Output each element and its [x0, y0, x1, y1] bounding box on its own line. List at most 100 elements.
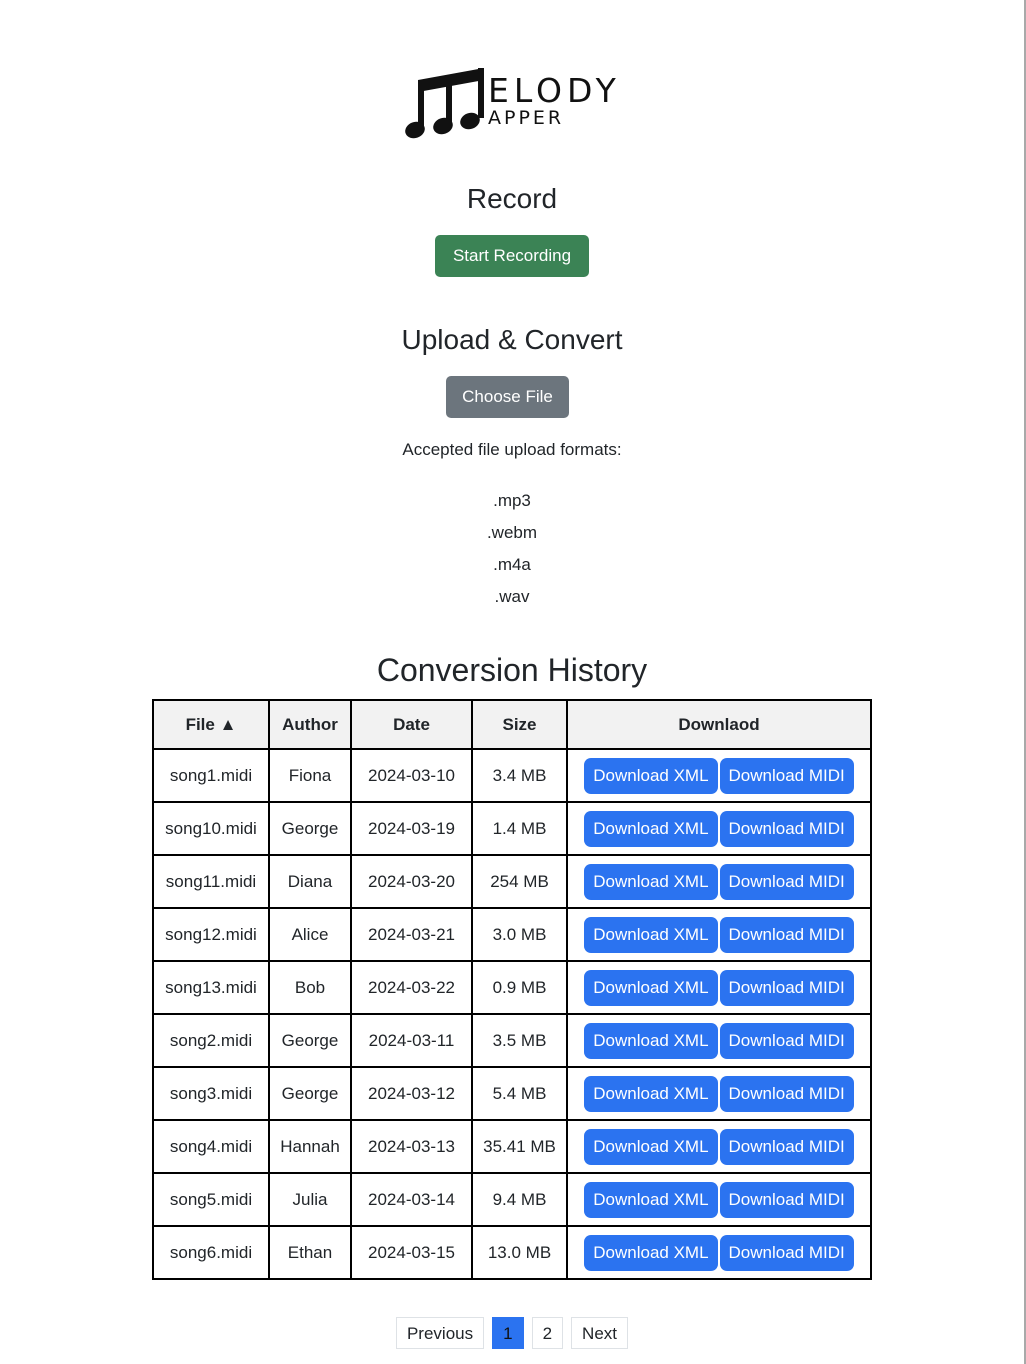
table-row: song12.midi Alice 2024-03-21 3.0 MB Download… — [152, 907, 872, 962]
pagination: Previous 1 2 Next — [0, 1317, 1024, 1349]
download-midi-button[interactable]: Download MIDI — [719, 863, 854, 900]
cell-file: song10.midi — [152, 801, 270, 856]
accepted-formats-label: Accepted file upload formats: — [402, 440, 622, 459]
format-item: .wav — [494, 587, 530, 606]
download-midi-button[interactable]: Download MIDI — [719, 969, 854, 1006]
next-page-button[interactable]: Next — [571, 1317, 629, 1349]
table-row: song13.midi Bob 2024-03-22 0.9 MB Download X… — [152, 960, 872, 1015]
cell-author: Julia — [268, 1172, 352, 1227]
format-item: .mp3 — [493, 491, 531, 510]
melody-mapper-logo: ELODY APPER — [404, 66, 620, 146]
page-2-button[interactable]: 2 — [531, 1317, 564, 1349]
table-row: song2.midi George 2024-03-11 3.5 MB Download… — [152, 1013, 872, 1068]
table-row: song10.midi George 2024-03-19 1.4 MB Downloa… — [152, 801, 872, 856]
cell-size: 254 MB — [471, 854, 568, 909]
download-midi-button[interactable]: Download MIDI — [719, 1022, 854, 1059]
conversion-history-heading: Conversion History — [376, 652, 648, 688]
cell-date: 2024-03-13 — [350, 1119, 473, 1174]
cell-author: Bob — [268, 960, 352, 1015]
choose-file-button[interactable]: Choose File — [446, 376, 569, 418]
cell-download: Download XML Download MIDI — [566, 907, 872, 962]
cell-file: song6.midi — [152, 1225, 270, 1280]
cell-download: Download XML Download MIDI — [566, 1119, 872, 1174]
logo-word-apper: APPER — [488, 107, 565, 129]
cell-file: song13.midi — [152, 960, 270, 1015]
cell-download: Download XML Download MIDI — [566, 801, 872, 856]
column-header-size[interactable]: Size — [471, 699, 568, 750]
cell-size: 5.4 MB — [471, 1066, 568, 1121]
download-midi-button[interactable]: Download MIDI — [719, 1181, 854, 1218]
download-xml-button[interactable]: Download XML — [584, 1075, 718, 1112]
download-midi-button[interactable]: Download MIDI — [719, 757, 854, 794]
page-1-button[interactable]: 1 — [492, 1317, 524, 1349]
cell-size: 3.0 MB — [471, 907, 568, 962]
cell-size: 1.4 MB — [471, 801, 568, 856]
download-xml-button[interactable]: Download XML — [584, 810, 718, 847]
column-header-date[interactable]: Date — [350, 699, 473, 750]
cell-size: 3.5 MB — [471, 1013, 568, 1068]
cell-file: song2.midi — [152, 1013, 270, 1068]
cell-date: 2024-03-15 — [350, 1225, 473, 1280]
download-xml-button[interactable]: Download XML — [584, 916, 718, 953]
column-header-author[interactable]: Author — [268, 699, 352, 750]
conversion-history-rows: song1.midi Fiona 2024-03-10 3.4 MB Download … — [152, 748, 872, 1280]
download-xml-button[interactable]: Download XML — [584, 1022, 718, 1059]
download-xml-button[interactable]: Download XML — [584, 1234, 718, 1271]
download-xml-button[interactable]: Download XML — [584, 863, 718, 900]
cell-author: George — [268, 1013, 352, 1068]
cell-file: song4.midi — [152, 1119, 270, 1174]
cell-file: song12.midi — [152, 907, 270, 962]
conversion-history-table: File ▲ Author Date Size Downlaod song1.m… — [152, 699, 872, 1280]
column-header-file[interactable]: File ▲ — [152, 699, 270, 750]
table-row: song6.midi Ethan 2024-03-15 13.0 MB Download… — [152, 1225, 872, 1280]
cell-download: Download XML Download MIDI — [566, 1225, 872, 1280]
cell-file: song3.midi — [152, 1066, 270, 1121]
cell-author: George — [268, 801, 352, 856]
download-midi-button[interactable]: Download MIDI — [719, 916, 854, 953]
table-header-row: File ▲ Author Date Size Downlaod — [152, 699, 872, 750]
cell-size: 13.0 MB — [471, 1225, 568, 1280]
cell-date: 2024-03-11 — [350, 1013, 473, 1068]
cell-date: 2024-03-20 — [350, 854, 473, 909]
column-label-file: File — [185, 714, 215, 734]
cell-date: 2024-03-21 — [350, 907, 473, 962]
download-midi-button[interactable]: Download MIDI — [719, 810, 854, 847]
cell-date: 2024-03-14 — [350, 1172, 473, 1227]
download-midi-button[interactable]: Download MIDI — [719, 1128, 854, 1165]
download-xml-button[interactable]: Download XML — [584, 1128, 718, 1165]
cell-file: song5.midi — [152, 1172, 270, 1227]
accepted-formats-list: .mp3 .webm .m4a .wav — [0, 488, 1024, 616]
cell-author: Alice — [268, 907, 352, 962]
sort-ascending-icon: ▲ — [219, 714, 237, 734]
music-notes-icon — [405, 68, 484, 139]
cell-author: George — [268, 1066, 352, 1121]
previous-page-button[interactable]: Previous — [395, 1317, 485, 1349]
download-midi-button[interactable]: Download MIDI — [719, 1075, 854, 1112]
format-item: .webm — [486, 523, 538, 542]
cell-file: song1.midi — [152, 748, 270, 803]
upload-heading: Upload & Convert — [401, 324, 623, 355]
cell-size: 0.9 MB — [471, 960, 568, 1015]
table-row: song1.midi Fiona 2024-03-10 3.4 MB Download … — [152, 748, 872, 803]
cell-size: 3.4 MB — [471, 748, 568, 803]
cell-download: Download XML Download MIDI — [566, 1013, 872, 1068]
download-xml-button[interactable]: Download XML — [584, 757, 718, 794]
download-xml-button[interactable]: Download XML — [584, 1181, 718, 1218]
format-item: .m4a — [493, 555, 531, 574]
download-xml-button[interactable]: Download XML — [584, 969, 718, 1006]
download-midi-button[interactable]: Download MIDI — [719, 1234, 854, 1271]
cell-date: 2024-03-10 — [350, 748, 473, 803]
cell-download: Download XML Download MIDI — [566, 960, 872, 1015]
cell-download: Download XML Download MIDI — [566, 854, 872, 909]
table-row: song3.midi George 2024-03-12 5.4 MB Download… — [152, 1066, 872, 1121]
logo-word-elody: ELODY — [488, 71, 621, 110]
cell-author: Hannah — [268, 1119, 352, 1174]
start-recording-button[interactable]: Start Recording — [435, 235, 589, 277]
cell-author: Ethan — [268, 1225, 352, 1280]
cell-file: song11.midi — [152, 854, 270, 909]
cell-download: Download XML Download MIDI — [566, 1172, 872, 1227]
cell-size: 9.4 MB — [471, 1172, 568, 1227]
cell-download: Download XML Download MIDI — [566, 1066, 872, 1121]
cell-author: Fiona — [268, 748, 352, 803]
table-row: song11.midi Diana 2024-03-20 254 MB Download… — [152, 854, 872, 909]
